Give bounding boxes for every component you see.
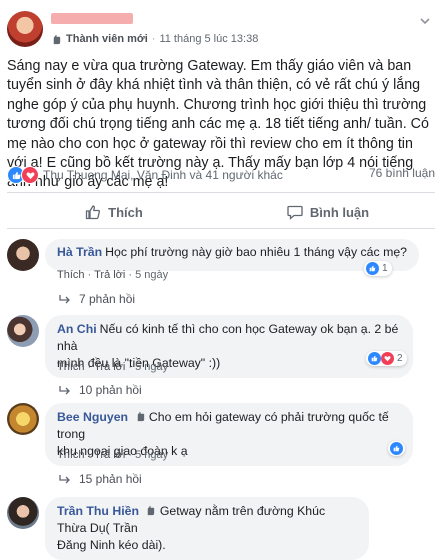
comment-time[interactable]: 5 ngày [135,449,168,461]
like-reaction-icon [390,442,403,455]
new-member-icon [148,505,155,516]
reaction-names[interactable]: Thu Thuong Mai, Văn Đinh và 41 người khá… [43,168,283,182]
post-actions: Thích Bình luận [7,196,435,228]
view-replies[interactable]: 10 phản hồi [59,383,142,397]
comment-actions: Thích · Trả lời · 5 ngày [57,361,169,373]
poster-name-redacted[interactable] [51,13,133,24]
thumbs-up-icon [86,205,101,220]
comment-time[interactable]: 5 ngày [135,361,168,373]
reaction-count: 2 [397,353,403,364]
reactions-summary: Thu Thuong Mai, Văn Đinh và 41 người khá… [7,166,435,184]
reaction-count: 1 [382,263,388,274]
love-reaction-icon [21,166,39,184]
comment-reactions[interactable] [388,441,405,456]
like-reaction-icon [366,262,379,275]
avatar[interactable] [7,239,39,271]
comment-actions: Thích · Trả lời · 5 ngày [57,449,169,461]
comment-text-line-1: Nếu có kinh tế thì cho con học Gateway o… [57,322,399,353]
comment-bubble: Trần Thu Hiền Getway nằm trên đường Khúc… [45,497,369,560]
like-button-label: Thích [108,204,143,220]
new-member-icon [53,34,61,44]
view-replies[interactable]: 15 phản hồi [59,472,142,486]
replies-count: 15 phản hồi [79,472,142,486]
comment-time[interactable]: 5 ngày [135,269,168,281]
replies-count: 7 phản hồi [79,292,136,306]
comment-count[interactable]: 76 bình luận [369,166,435,184]
member-badge-label: Thành viên mới [66,33,148,45]
reply-arrow-icon [59,295,70,304]
reply-arrow-icon [59,386,70,395]
avatar[interactable] [7,497,39,529]
comment-icon [287,205,303,220]
avatar[interactable] [7,315,39,347]
comment-reply-link[interactable]: Trả lời [94,449,125,461]
meta-separator: · [151,33,156,45]
comment-author[interactable]: Bee Nguyen [57,410,128,424]
love-reaction-icon [381,352,394,365]
comment-reply-link[interactable]: Trả lời [94,269,125,281]
comment-like-link[interactable]: Thích [57,269,85,281]
comment-author[interactable]: Hà Trần [57,245,102,259]
comment-actions: Thích · Trả lời · 5 ngày [57,269,169,281]
comment-reactions[interactable]: 1 [364,261,392,276]
comment-text: Học phí trường này giờ bao nhiêu 1 tháng… [105,245,408,259]
comment-author[interactable]: Trần Thu Hiền [57,504,139,518]
reply-arrow-icon [59,475,70,484]
comment-button[interactable]: Bình luận [221,196,435,228]
comment-text-line-2: Đăng Ninh kéo dài). [57,538,166,552]
divider [7,228,435,229]
comment-like-link[interactable]: Thích [57,449,85,461]
replies-count: 10 phản hồi [79,383,142,397]
like-reaction-icon [368,352,381,365]
like-button[interactable]: Thích [7,196,221,228]
view-replies[interactable]: 7 phản hồi [59,292,135,306]
new-member-icon [137,411,144,422]
comment-button-label: Bình luận [309,204,370,220]
poster-avatar[interactable] [7,11,43,47]
comment-author[interactable]: An Chi [57,322,97,336]
post-timestamp[interactable]: 11 tháng 5 lúc 13:38 [159,33,258,45]
reaction-icons[interactable]: Thu Thuong Mai, Văn Đinh và 41 người khá… [7,166,283,184]
comment-reactions[interactable]: 2 [366,351,407,366]
comment-bubble: Hà Trần Học phí trường này giờ bao nhiêu … [45,239,420,271]
avatar[interactable] [7,403,39,435]
comment-like-link[interactable]: Thích [57,361,85,373]
divider [7,192,435,193]
post-meta: Thành viên mới · 11 tháng 5 lúc 13:38 [51,33,258,45]
chevron-down-icon[interactable] [419,15,431,27]
comment-reply-link[interactable]: Trả lời [94,361,125,373]
